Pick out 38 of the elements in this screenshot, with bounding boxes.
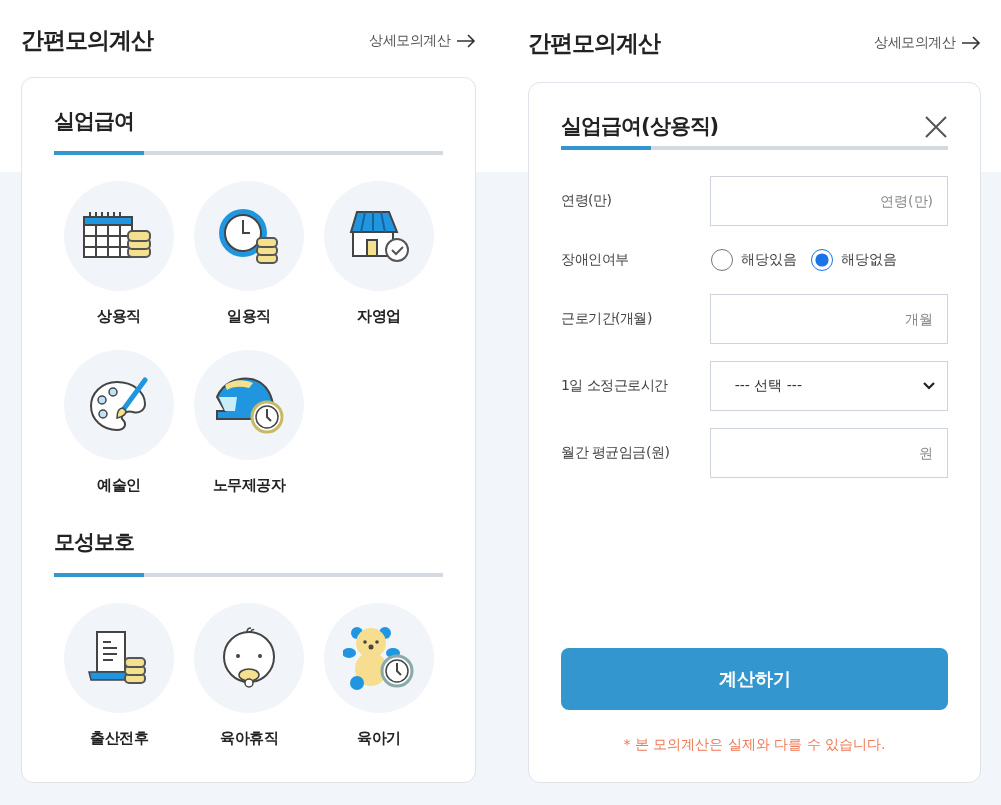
input-field[interactable]: 원 [709,428,948,479]
arrow-icon [961,36,981,50]
disclaimer-text: * 본 모의계산은 실제와 다를 수 있습니다. [622,736,887,754]
detail-link[interactable]: 상세모의계산 [369,31,476,50]
chevron-down-icon [923,382,935,391]
radio-label: 해당있음 [741,251,797,270]
category-label: 자영업 [357,307,401,327]
select-field[interactable]: --- 선택 --- [709,361,948,412]
category-label: 일용직 [227,307,271,327]
radio-label: 해당없음 [841,251,897,270]
category-label: 육아휴직 [220,728,278,748]
category-heading: 실업급여 [54,108,135,135]
field-label: 월간 평균임금(원) [561,444,671,463]
category-label: 예술인 [97,476,141,496]
section-title: 간편모의계산 [528,28,660,58]
clock-coins-icon [217,206,281,267]
field-label: 장애인여부 [561,251,630,270]
input-field[interactable]: 개월 [709,294,948,345]
form-title: 실업급여(상용직) [561,113,719,140]
radio-button[interactable] [811,249,833,272]
field-label: 1일 소정근로시간 [561,377,669,396]
field-label: 연령(만) [561,192,613,211]
input-field[interactable]: 연령(만) [709,176,948,227]
radio-button[interactable] [711,249,733,272]
baby-face-icon [221,626,277,689]
category-label: 육아기 [357,728,401,748]
detail-link[interactable]: 상세모의계산 [874,34,981,52]
arrow-icon [456,33,476,48]
category-label: 노무제공자 [212,476,286,496]
teddy-bear-clock-icon [343,624,415,691]
field-label: 근로기간(개월) [561,310,653,329]
close-icon[interactable] [924,114,948,139]
store-icon [347,208,411,265]
category-label: 출산전후 [90,728,148,748]
category-label: 상용직 [97,307,141,327]
section-title: 간편모의계산 [21,26,153,55]
category-heading: 모성보호 [54,529,135,557]
helmet-clock-icon [213,375,285,436]
